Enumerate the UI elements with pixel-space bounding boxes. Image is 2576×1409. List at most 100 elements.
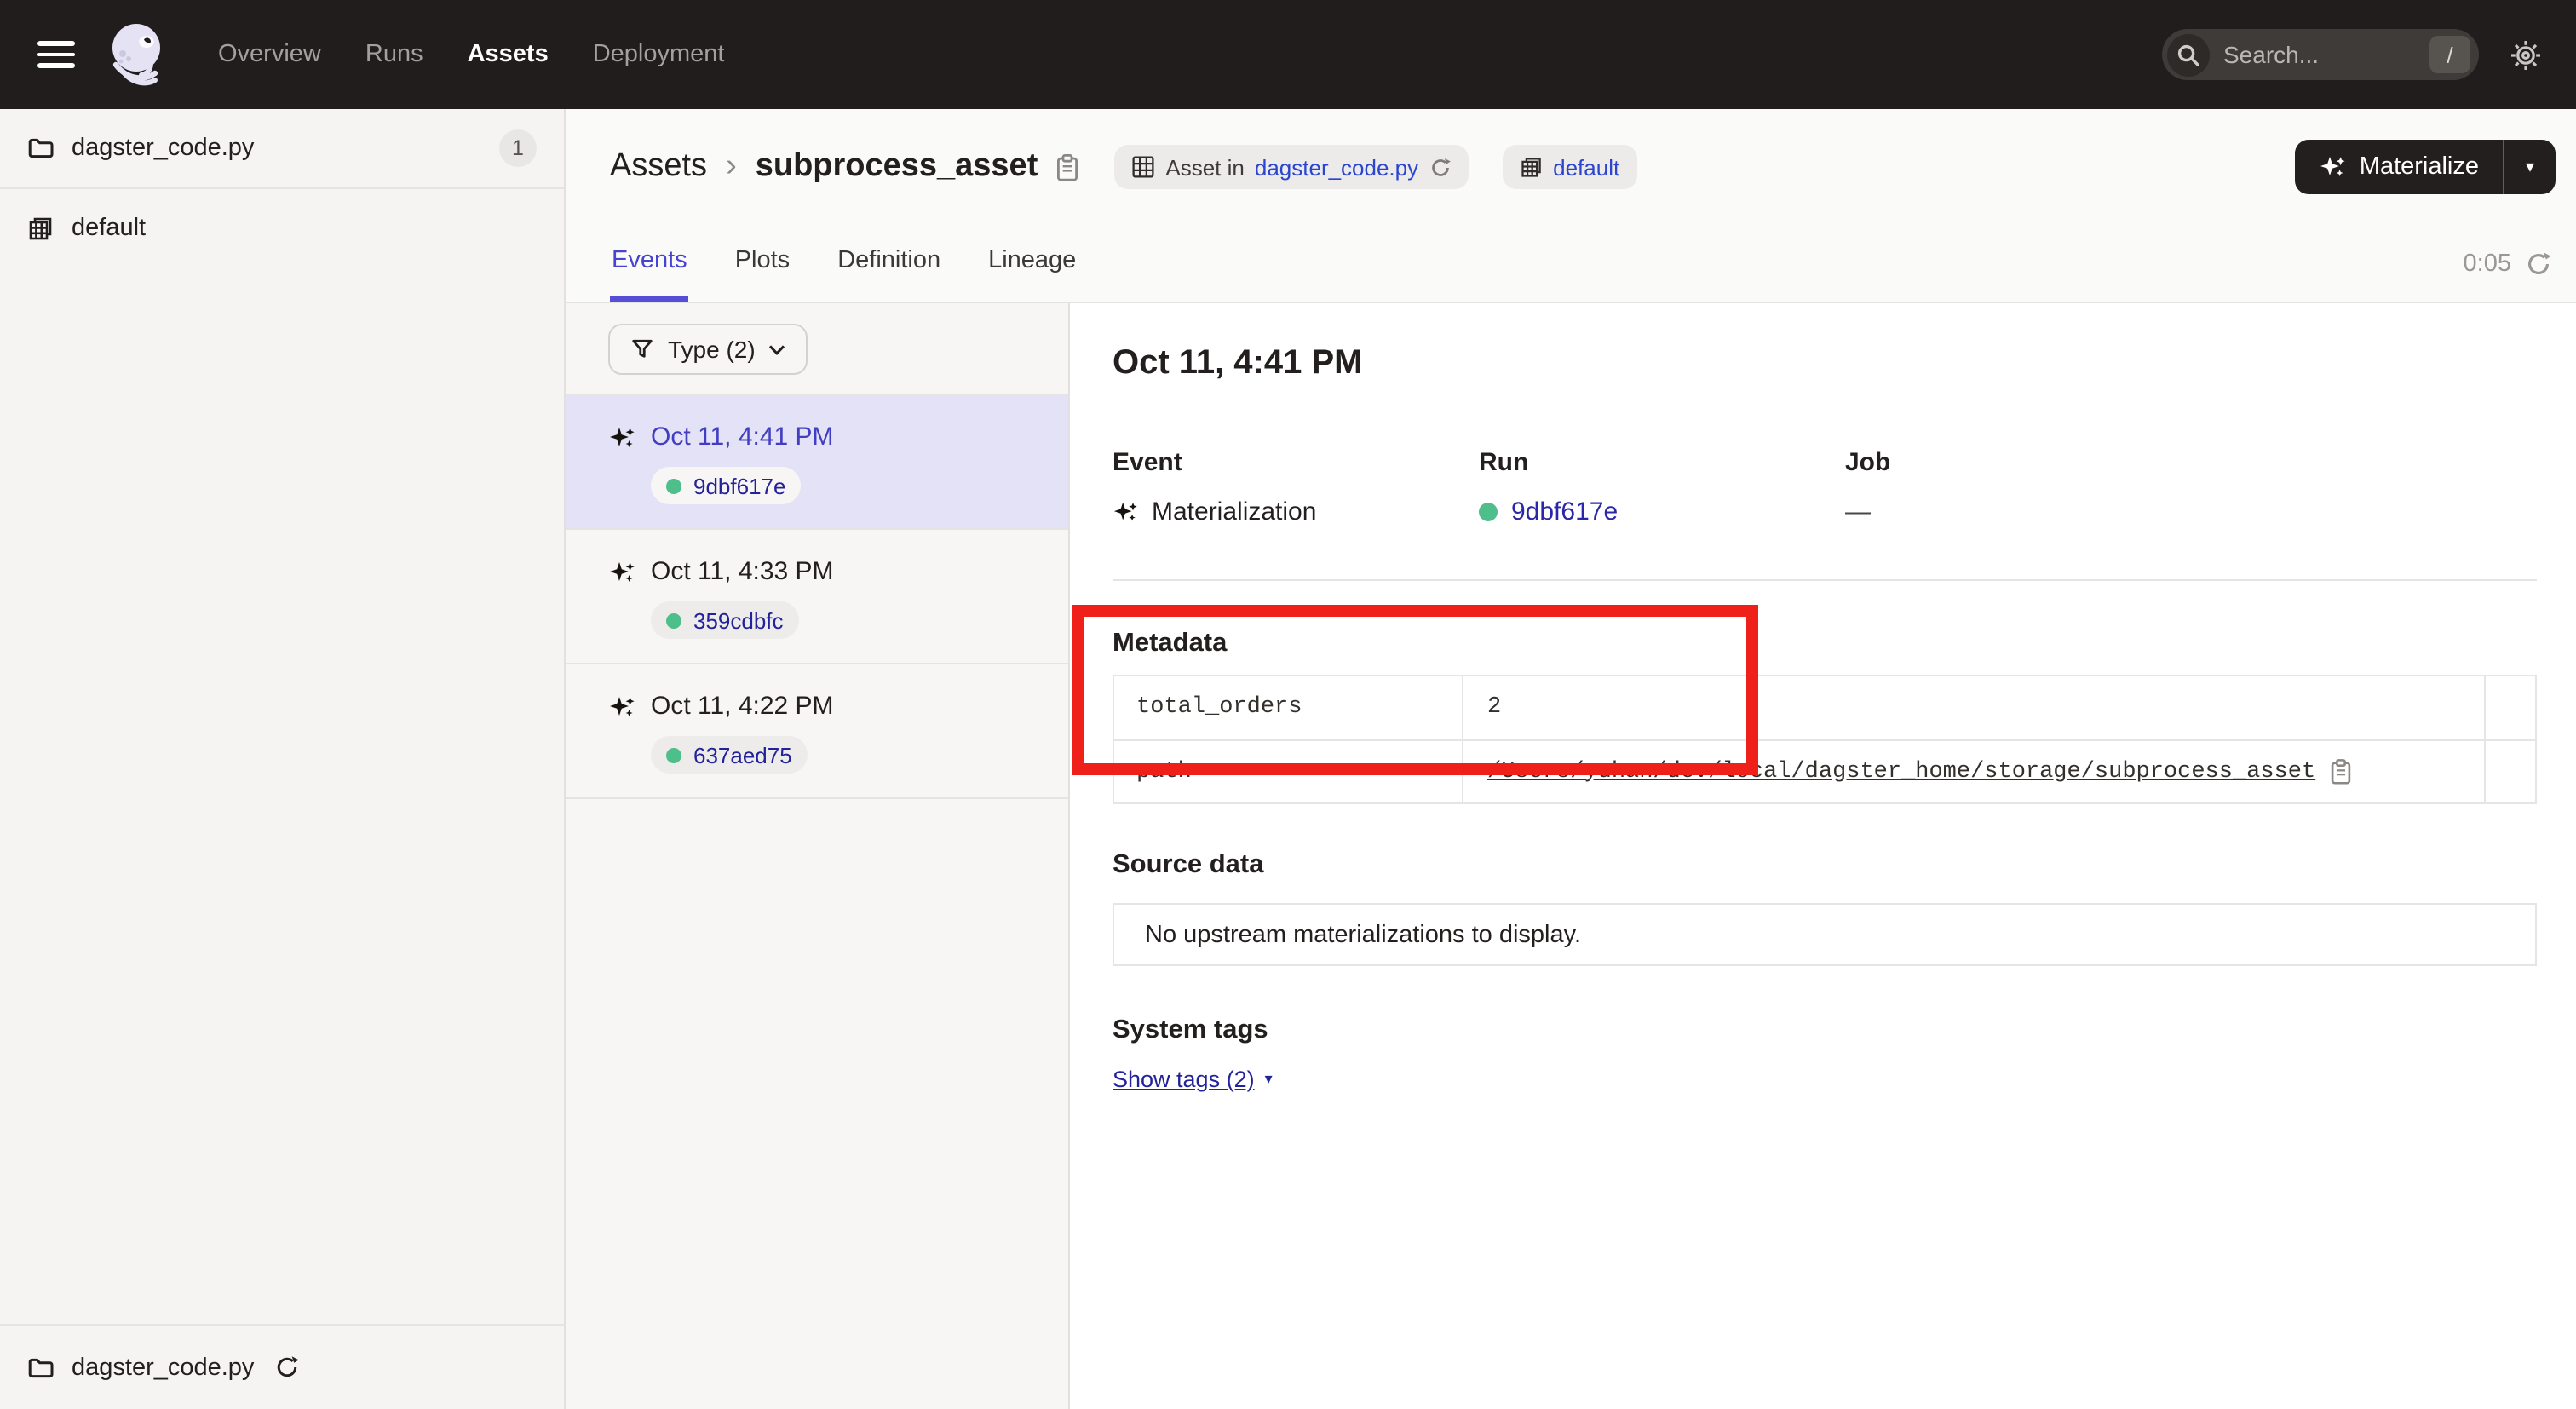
table-gutter-cell <box>2486 676 2535 739</box>
run-column-label: Run <box>1479 448 1845 477</box>
refresh-icon[interactable] <box>2525 250 2552 277</box>
sparkle-icon <box>2319 153 2346 181</box>
materialization-sparkle-icon <box>1113 498 1138 524</box>
settings-gear-icon[interactable] <box>2510 38 2542 71</box>
event-list-item[interactable]: Oct 11, 4:33 PM 359cdbfc <box>566 530 1068 664</box>
run-status-dot <box>666 747 681 762</box>
main-area: Assets › subprocess_asset <box>566 109 2576 1409</box>
folder-icon <box>27 1354 55 1381</box>
show-tags-label: Show tags (2) <box>1113 1067 1255 1092</box>
copy-asset-name-icon[interactable] <box>1055 152 1080 181</box>
reload-icon[interactable] <box>1429 156 1451 178</box>
run-id-pill[interactable]: 637aed75 <box>651 736 808 774</box>
copy-path-icon[interactable] <box>2329 758 2353 785</box>
filter-funnel-icon <box>630 337 654 361</box>
breadcrumb-separator: › <box>726 148 737 186</box>
run-id-link[interactable]: 9dbf617e <box>1511 497 1618 526</box>
event-list-panel: Type (2) Oct 11, 4:41 PM <box>566 303 1070 1409</box>
event-type-value: Materialization <box>1152 497 1316 526</box>
sidebar-item-default-group[interactable]: default <box>0 189 564 266</box>
asset-groups-sidebar: dagster_code.py 1 default dagster_code.p… <box>0 109 566 1409</box>
system-tags-heading: System tags <box>1113 1014 2537 1046</box>
search-input[interactable]: Search... / <box>2162 29 2479 80</box>
materialization-sparkle-icon <box>608 423 635 451</box>
tab-events[interactable]: Events <box>610 225 689 302</box>
table-row: total_orders 2 <box>1114 676 2535 739</box>
run-id-link[interactable]: 637aed75 <box>693 742 792 768</box>
tab-definition[interactable]: Definition <box>836 225 942 302</box>
breadcrumb-assets-link[interactable]: Assets <box>610 148 707 186</box>
event-column-label: Event <box>1113 448 1479 477</box>
metadata-path-link[interactable]: /Users/yuhan/dev/local/dagster_home/stor… <box>1487 759 2315 785</box>
nav-item-deployment[interactable]: Deployment <box>593 41 725 68</box>
code-location-link[interactable]: dagster_code.py <box>1255 154 1418 180</box>
footer-code-location-label: dagster_code.py <box>72 1354 254 1381</box>
sidebar-item-label: dagster_code.py <box>72 135 482 162</box>
asset-tabs: Events Plots Definition Lineage 0:05 <box>566 225 2576 302</box>
source-data-empty-box: No upstream materializations to display. <box>1113 903 2537 966</box>
sidebar-footer-code-location: dagster_code.py <box>0 1324 564 1409</box>
run-id-pill[interactable]: 9dbf617e <box>651 467 801 504</box>
asset-header: Assets › subprocess_asset <box>566 109 2576 303</box>
materialization-sparkle-icon <box>608 693 635 720</box>
events-content: Type (2) Oct 11, 4:41 PM <box>566 303 2576 1409</box>
event-date-link[interactable]: Oct 11, 4:22 PM <box>651 692 834 721</box>
nav-item-assets[interactable]: Assets <box>468 41 549 68</box>
caret-down-icon: ▾ <box>1265 1070 1273 1089</box>
event-date-link[interactable]: Oct 11, 4:33 PM <box>651 557 834 586</box>
job-column-label: Job <box>1845 448 2211 477</box>
tab-plots[interactable]: Plots <box>733 225 792 302</box>
asset-count-badge: 1 <box>499 129 537 167</box>
asset-group-badge[interactable]: default <box>1502 145 1636 189</box>
search-placeholder: Search... <box>2223 41 2429 68</box>
event-detail-title: Oct 11, 4:41 PM <box>1113 344 2537 383</box>
materialize-dropdown-caret[interactable]: ▾ <box>2504 140 2556 194</box>
folder-icon <box>27 135 55 162</box>
metadata-heading: Metadata <box>1113 627 2537 659</box>
search-icon <box>2167 33 2210 76</box>
event-list-item[interactable]: Oct 11, 4:41 PM 9dbf617e <box>566 395 1068 530</box>
materialize-label: Materialize <box>2360 153 2479 181</box>
tab-lineage[interactable]: Lineage <box>986 225 1078 302</box>
sidebar-item-code-location[interactable]: dagster_code.py 1 <box>0 109 564 189</box>
reload-code-location-icon[interactable] <box>274 1354 300 1380</box>
dagster-logo-icon[interactable] <box>102 17 177 92</box>
run-status-dot <box>666 478 681 493</box>
table-gutter-cell <box>2486 741 2535 802</box>
main-nav-links: Overview Runs Assets Deployment <box>218 41 724 68</box>
section-divider <box>1113 579 2537 581</box>
asset-group-link[interactable]: default <box>1553 154 1619 180</box>
asset-group-icon <box>1519 155 1543 179</box>
nav-item-overview[interactable]: Overview <box>218 41 321 68</box>
event-filter-bar: Type (2) <box>566 303 1068 395</box>
metadata-key: path <box>1114 741 1463 802</box>
search-shortcut-key: / <box>2429 36 2470 73</box>
asset-group-icon <box>27 214 55 241</box>
refresh-timer: 0:05 <box>2464 225 2552 302</box>
event-date-link[interactable]: Oct 11, 4:41 PM <box>651 423 834 451</box>
dagster-app: Overview Runs Assets Deployment Search..… <box>0 0 2576 1409</box>
run-id-link[interactable]: 359cdbfc <box>693 607 784 633</box>
show-tags-toggle[interactable]: Show tags (2) ▾ <box>1113 1067 1273 1092</box>
run-status-dot <box>1479 502 1498 520</box>
metadata-value: 2 <box>1487 695 1501 721</box>
metadata-table: total_orders 2 path /Users/yuhan/dev/loc… <box>1113 675 2537 804</box>
sidebar-item-label: default <box>72 214 537 241</box>
source-data-heading: Source data <box>1113 848 2537 881</box>
type-filter-label: Type (2) <box>668 336 756 363</box>
chevron-down-icon <box>769 343 786 355</box>
grid-icon <box>1131 155 1155 179</box>
materialization-sparkle-icon <box>608 558 635 585</box>
type-filter-button[interactable]: Type (2) <box>608 324 808 375</box>
timer-value: 0:05 <box>2464 250 2511 277</box>
nav-item-runs[interactable]: Runs <box>365 41 423 68</box>
run-id-link[interactable]: 9dbf617e <box>693 473 785 498</box>
code-location-badge[interactable]: Asset in dagster_code.py <box>1114 145 1468 189</box>
breadcrumb: Assets › subprocess_asset <box>566 135 2576 199</box>
materialize-button[interactable]: Materialize ▾ <box>2295 140 2556 194</box>
badge-prefix: Asset in <box>1165 154 1245 180</box>
hamburger-menu-icon[interactable] <box>37 41 75 68</box>
run-id-pill[interactable]: 359cdbfc <box>651 601 799 639</box>
run-status-dot <box>666 612 681 628</box>
event-list-item[interactable]: Oct 11, 4:22 PM 637aed75 <box>566 664 1068 799</box>
